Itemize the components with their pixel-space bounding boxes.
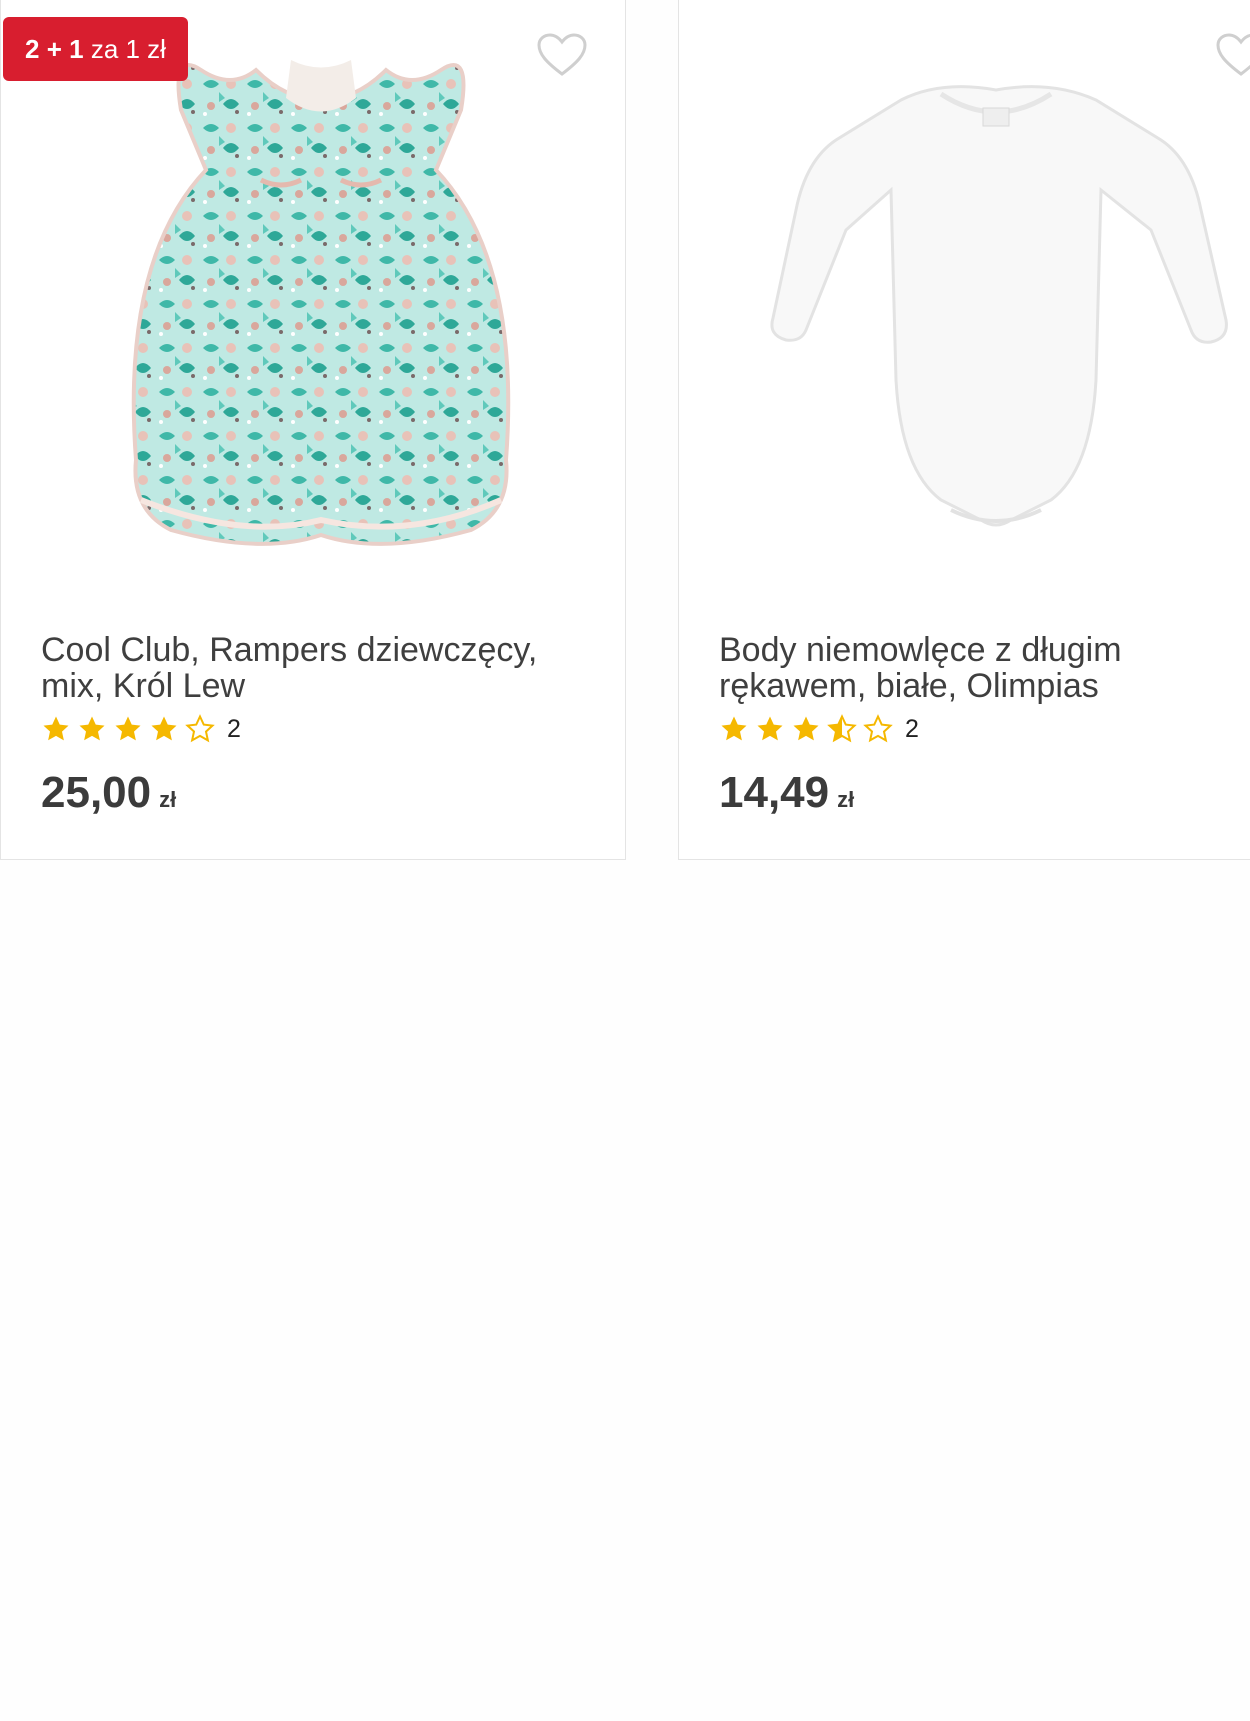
product-image-romper[interactable] [111, 30, 531, 590]
star-half-icon [827, 714, 857, 743]
product-price: 25,00 zł [41, 768, 176, 818]
star-full-icon [43, 716, 69, 741]
price-value: 14,49 [719, 768, 830, 817]
star-full-icon [151, 716, 177, 741]
heart-outline-icon[interactable] [1215, 32, 1250, 78]
review-count: 2 [227, 714, 241, 743]
star-empty-icon [185, 714, 215, 743]
price-currency: zł [837, 787, 855, 812]
product-rating: 2 [719, 712, 919, 746]
star-empty-icon [863, 714, 893, 743]
promo-badge-rest: za 1 zł [90, 34, 166, 64]
product-image-bodysuit[interactable] [751, 80, 1241, 550]
review-count: 2 [905, 714, 919, 743]
price-value: 25,00 [41, 768, 152, 817]
product-title[interactable]: Body niemowlęce z długim rękawem, białe,… [719, 632, 1250, 704]
promo-badge: 2 + 1 za 1 zł [3, 17, 188, 81]
heart-outline-icon[interactable] [536, 32, 588, 78]
promo-badge-main: 2 + 1 [25, 34, 84, 64]
star-full-icon [793, 716, 819, 741]
star-full-icon [115, 716, 141, 741]
star-full-icon [757, 716, 783, 741]
star-full-icon [721, 716, 747, 741]
product-card[interactable]: 2 + 1 za 1 zł Cool Club, Rampers dziewcz… [0, 0, 626, 860]
price-currency: zł [159, 787, 177, 812]
star-full-icon [79, 716, 105, 741]
product-rating: 2 [41, 712, 241, 746]
product-title[interactable]: Cool Club, Rampers dziewczęcy, mix, Król… [41, 632, 581, 704]
product-card[interactable]: Body niemowlęce z długim rękawem, białe,… [678, 0, 1250, 860]
product-price: 14,49 zł [719, 768, 854, 818]
